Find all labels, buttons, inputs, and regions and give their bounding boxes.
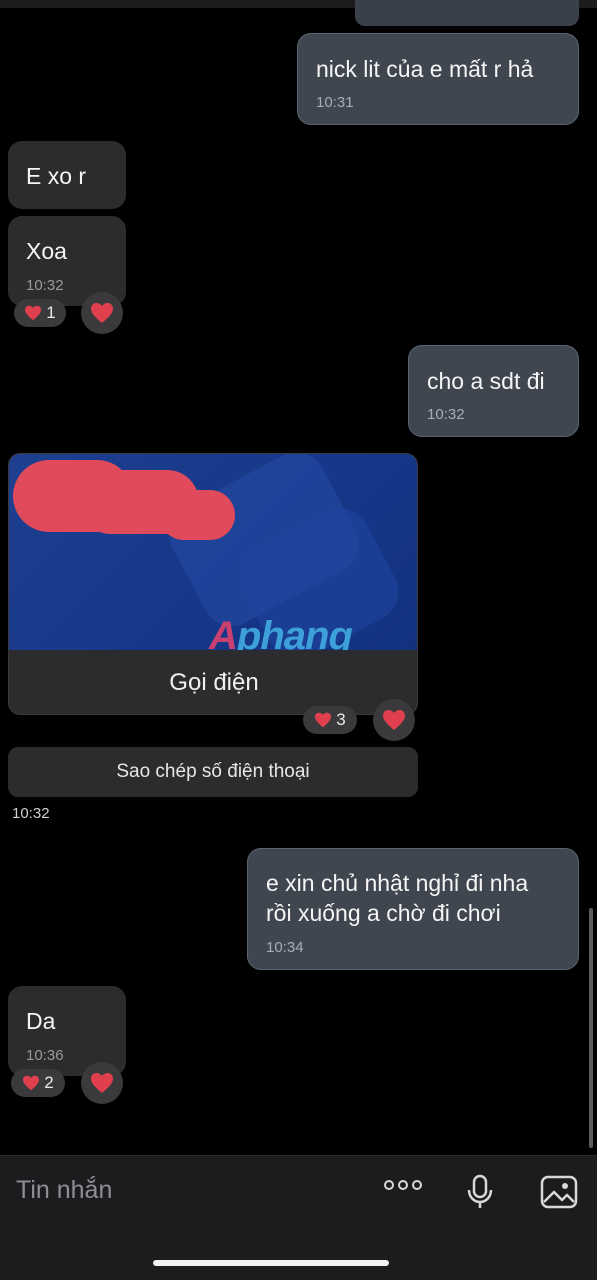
message-bubble-outgoing[interactable]: e xin chủ nhật nghỉ đi nha rồi xuống a c… xyxy=(247,848,579,970)
reaction-summary[interactable]: 2 xyxy=(11,1069,65,1097)
reaction-count: 3 xyxy=(336,710,346,729)
message-text: nick lit của e mất r hả xyxy=(316,56,534,82)
watermark-logo: Aphang xyxy=(209,614,353,650)
redacted-number xyxy=(159,490,235,540)
message-text: cho a sdt đi xyxy=(427,368,545,394)
message-time: 10:34 xyxy=(266,939,304,956)
message-bubble-incoming[interactable]: E xo r xyxy=(8,141,126,209)
add-reaction-button[interactable] xyxy=(81,292,123,334)
message-text: e xin chủ nhật nghỉ đi nha rồi xuống a c… xyxy=(266,870,529,926)
message-time: 10:32 xyxy=(427,406,465,423)
reaction-count: 2 xyxy=(44,1073,54,1092)
reaction-summary[interactable]: 1 xyxy=(14,299,66,327)
message-text: E xo r xyxy=(26,163,87,189)
gallery-icon[interactable] xyxy=(540,1174,578,1210)
home-indicator[interactable] xyxy=(153,1260,389,1266)
message-time: 10:32 xyxy=(26,277,64,294)
copy-phone-number-button[interactable]: Sao chép số điện thoại xyxy=(8,747,418,797)
microphone-icon[interactable] xyxy=(466,1174,494,1210)
message-input[interactable]: Tin nhắn xyxy=(16,1176,112,1205)
reaction-count: 1 xyxy=(46,303,56,322)
heart-icon xyxy=(25,305,42,321)
message-time: 10:31 xyxy=(316,94,354,111)
message-text: Xoa xyxy=(26,238,67,264)
more-icon[interactable] xyxy=(384,1180,422,1190)
add-reaction-button[interactable] xyxy=(81,1062,123,1104)
heart-icon xyxy=(91,1073,113,1093)
contact-banner: Aphang xyxy=(9,454,417,650)
heart-icon xyxy=(23,1075,40,1091)
phone-number-card[interactable]: Aphang Gọi điện xyxy=(8,453,418,715)
add-reaction-button[interactable] xyxy=(373,699,415,741)
heart-icon xyxy=(315,712,332,728)
message-time: 10:32 xyxy=(12,805,50,822)
heart-icon xyxy=(383,710,405,730)
reaction-summary[interactable]: 3 xyxy=(303,706,357,734)
message-time: 10:36 xyxy=(26,1047,64,1064)
call-button[interactable]: Gọi điện xyxy=(9,650,417,714)
scrollbar[interactable] xyxy=(589,908,593,1148)
message-composer: Tin nhắn xyxy=(0,1155,597,1280)
previous-message-bubble[interactable] xyxy=(355,0,579,26)
message-text: Da xyxy=(26,1008,56,1034)
message-bubble-outgoing[interactable]: cho a sdt đi 10:32 xyxy=(408,345,579,437)
heart-icon xyxy=(91,303,113,323)
message-bubble-outgoing[interactable]: nick lit của e mất r hả 10:31 xyxy=(297,33,579,125)
